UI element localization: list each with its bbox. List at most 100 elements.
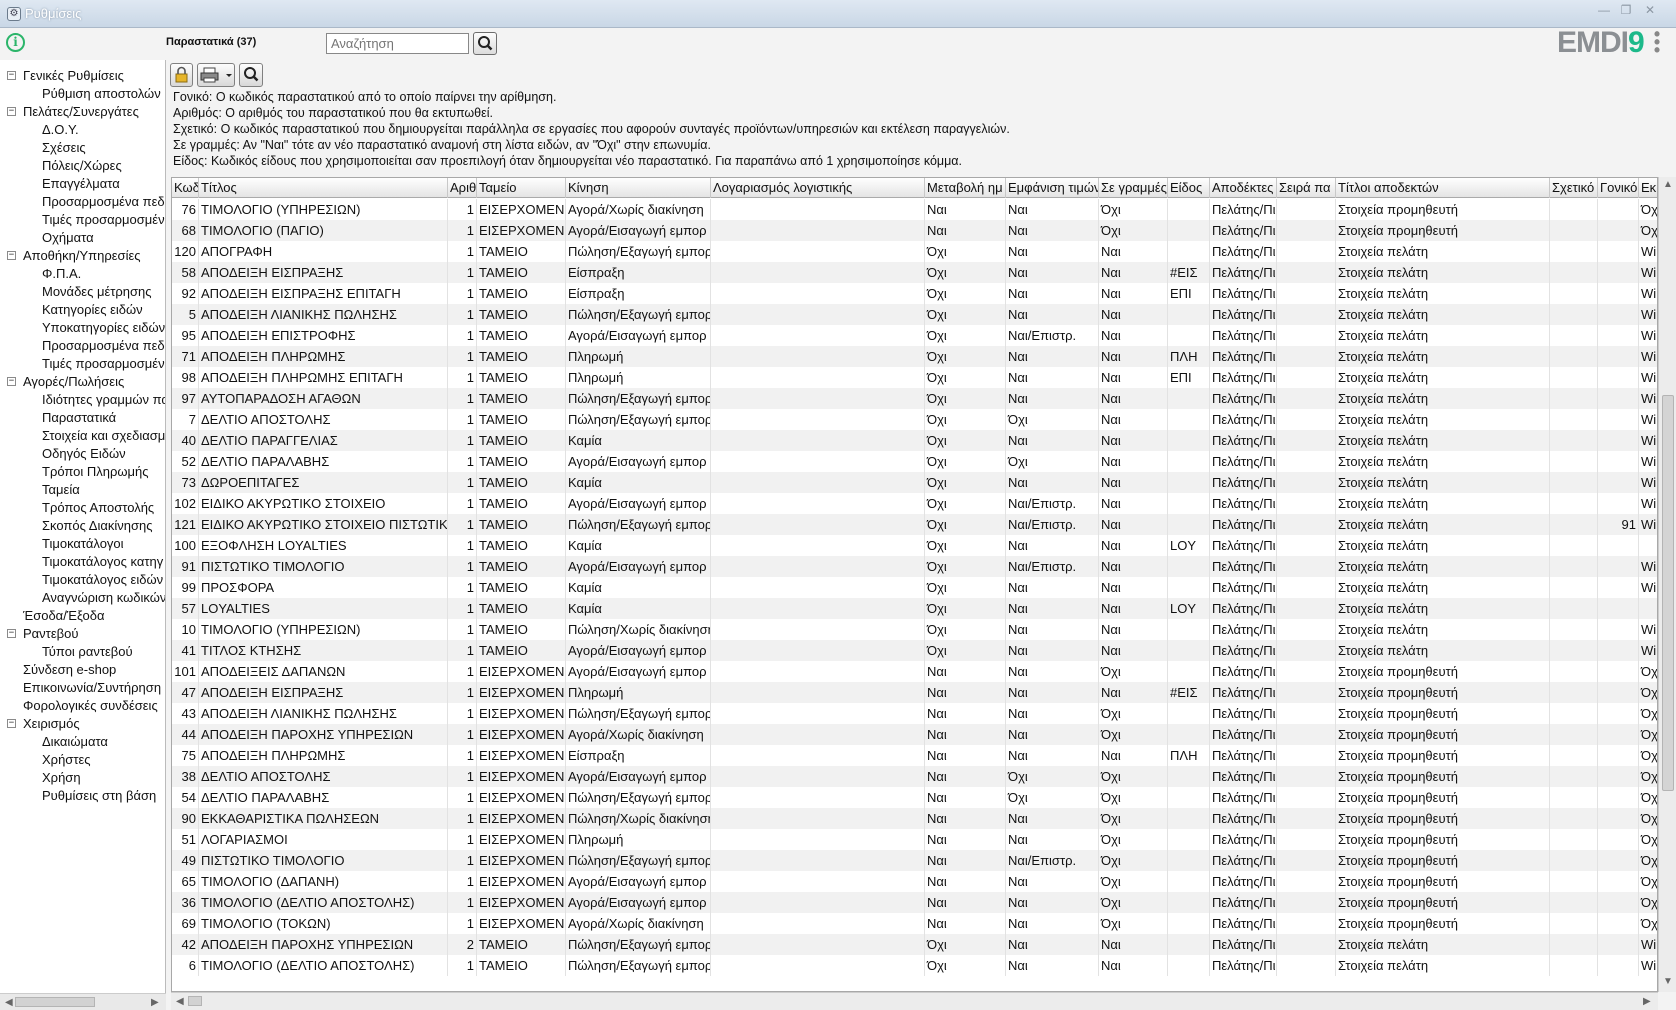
tree-item[interactable]: Κατηγορίες ειδών xyxy=(42,301,143,318)
tree-item[interactable]: Ραντεβού xyxy=(23,625,78,642)
table-row[interactable]: 68 ΤΙΜΟΛΟΓΙΟ (ΠΑΓΙΟ) 1 ΕΙΣΕΡΧΟΜΕΝ. Αγορά/Εισ… xyxy=(172,220,1657,241)
column-header[interactable]: Κωδ xyxy=(172,178,199,198)
table-row[interactable]: 54 ΔΕΛΤΙΟ ΠΑΡΑΛΑΒΗΣ 1 ΕΙΣΕΡΧΟΜΕΝ. Πώληση/Εξα… xyxy=(172,787,1657,808)
column-header[interactable]: Εμφάνιση τιμών xyxy=(1006,178,1099,198)
tree-item[interactable]: Τρόπος Αποστολής xyxy=(42,499,154,516)
tree-item[interactable]: Οχήματα xyxy=(42,229,94,246)
table-row[interactable]: 99 ΠΡΟΣΦΟΡΑ 1 ΤΑΜΕΙΟ Καμία Όχι Ναι Ναι Πελάτης/Π… xyxy=(172,577,1657,598)
table-row[interactable]: 42 ΑΠΟΔΕΙΞΗ ΠΑΡΟΧΗΣ ΥΠΗΡΕΣΙΩΝ 2 ΤΑΜΕΙΟ Πώλησ… xyxy=(172,934,1657,955)
table-row[interactable]: 41 ΤΙΤΛΟΣ ΚΤΗΣΗΣ 1 ΤΑΜΕΙΟ Αγορά/Εισαγωγή εμπ… xyxy=(172,640,1657,661)
tree-item[interactable]: Φ.Π.Α. xyxy=(42,265,81,282)
lock-button[interactable] xyxy=(170,63,193,87)
tree-item[interactable]: Παραστατικά xyxy=(42,409,116,426)
tree-item[interactable]: Προσαρμοσμένα πεδί xyxy=(42,337,165,354)
table-row[interactable]: 90 ΕΚΚΑΘΑΡΙΣΤΙΚΑ ΠΩΛΗΣΕΩΝ 1 ΕΙΣΕΡΧΟΜΕΝ. Πώλη… xyxy=(172,808,1657,829)
table-row[interactable]: 71 ΑΠΟΔΕΙΞΗ ΠΛΗΡΩΜΗΣ 1 ΤΑΜΕΙΟ Πληρωμή Όχι Ναι Ν… xyxy=(172,346,1657,367)
tree-item[interactable]: Χρήση xyxy=(42,769,81,786)
tree-item[interactable]: Γενικές Ρυθμίσεις xyxy=(23,67,124,84)
tree-item[interactable]: Τιμοκατάλογοι xyxy=(42,535,124,552)
table-row[interactable]: 120 ΑΠΟΓΡΑΦΗ 1 ΤΑΜΕΙΟ Πώληση/Εξαγωγή εμπορ Όχ… xyxy=(172,241,1657,262)
column-header[interactable]: Σε γραμμές xyxy=(1099,178,1168,198)
table-row[interactable]: 102 ΕΙΔΙΚΟ ΑΚΥΡΩΤΙΚΟ ΣΤΟΙΧΕΙΟ 1 ΤΑΜΕΙΟ Αγορά… xyxy=(172,493,1657,514)
table-row[interactable]: 36 ΤΙΜΟΛΟΓΙΟ (ΔΕΛΤΙΟ ΑΠΟΣΤΟΛΗΣ) 1 ΕΙΣΕΡΧΟΜΕ… xyxy=(172,892,1657,913)
tree-item[interactable]: Ιδιότητες γραμμών πα xyxy=(42,391,165,408)
tree-item[interactable]: Τιμοκατάλογος ειδών xyxy=(42,571,163,588)
table-row[interactable]: 40 ΔΕΛΤΙΟ ΠΑΡΑΓΓΕΛΙΑΣ 1 ΤΑΜΕΙΟ Καμία Όχι Ναι Να… xyxy=(172,430,1657,451)
table-row[interactable]: 10 ΤΙΜΟΛΟΓΙΟ (ΥΠΗΡΕΣΙΩΝ) 1 ΤΑΜΕΙΟ Πώληση/Χωρ… xyxy=(172,619,1657,640)
scrollbar-thumb[interactable] xyxy=(1662,395,1674,791)
column-header[interactable]: Είδος xyxy=(1168,178,1210,198)
tree-item[interactable]: Αναγνώριση κωδικών xyxy=(42,589,165,606)
column-header[interactable]: Ταμείο xyxy=(477,178,566,198)
column-header[interactable]: Σειρά πα xyxy=(1277,178,1336,198)
tree-item[interactable]: Υποκατηγορίες ειδών xyxy=(42,319,165,336)
table-row[interactable]: 98 ΑΠΟΔΕΙΞΗ ΠΛΗΡΩΜΗΣ ΕΠΙΤΑΓΗ 1 ΤΑΜΕΙΟ Πληρωμ… xyxy=(172,367,1657,388)
tree-item[interactable]: Έσοδα/Έξοδα xyxy=(23,607,104,624)
table-row[interactable]: 101 ΑΠΟΔΕΙΞΕΙΣ ΔΑΠΑΝΩΝ 1 ΕΙΣΕΡΧΟΜΕΝ. Αγορά/Ε… xyxy=(172,661,1657,682)
table-row[interactable]: 95 ΑΠΟΔΕΙΞΗ ΕΠΙΣΤΡΟΦΗΣ 1 ΤΑΜΕΙΟ Αγορά/Εισαγω… xyxy=(172,325,1657,346)
info-icon[interactable]: i xyxy=(6,33,25,52)
table-row[interactable]: 121 ΕΙΔΙΚΟ ΑΚΥΡΩΤΙΚΟ ΣΤΟΙΧΕΙΟ ΠΙΣΤΩΤΙΚ 1 ΤΑ… xyxy=(172,514,1657,535)
table-row[interactable]: 75 ΑΠΟΔΕΙΞΗ ΠΛΗΡΩΜΗΣ 1 ΕΙΣΕΡΧΟΜΕΝ. Είσπραξη Ν… xyxy=(172,745,1657,766)
table-row[interactable]: 73 ΔΩΡΟΕΠΙΤΑΓΕΣ 1 ΤΑΜΕΙΟ Καμία Όχι Ναι Ναι Πελάτ… xyxy=(172,472,1657,493)
tree-item[interactable]: Φορολογικές συνδέσεις xyxy=(23,697,158,714)
table-row[interactable]: 58 ΑΠΟΔΕΙΞΗ ΕΙΣΠΡΑΞΗΣ 1 ΤΑΜΕΙΟ Είσπραξη Όχι Να… xyxy=(172,262,1657,283)
tree-collapse-toggle[interactable]: − xyxy=(7,71,16,80)
tree-item[interactable]: Αποθήκη/Υπηρεσίες xyxy=(23,247,141,264)
table-row[interactable]: 7 ΔΕΛΤΙΟ ΑΠΟΣΤΟΛΗΣ 1 ΤΑΜΕΙΟ Πώληση/Εξαγωγή ε… xyxy=(172,409,1657,430)
table-row[interactable]: 44 ΑΠΟΔΕΙΞΗ ΠΑΡΟΧΗΣ ΥΠΗΡΕΣΙΩΝ 1 ΕΙΣΕΡΧΟΜΕΝ.… xyxy=(172,724,1657,745)
table-row[interactable]: 69 ΤΙΜΟΛΟΓΙΟ (ΤΟΚΩΝ) 1 ΕΙΣΕΡΧΟΜΕΝ. Αγορά/Χωρ… xyxy=(172,913,1657,934)
table-row[interactable]: 38 ΔΕΛΤΙΟ ΑΠΟΣΤΟΛΗΣ 1 ΕΙΣΕΡΧΟΜΕΝ. Αγορά/Εισα… xyxy=(172,766,1657,787)
tree-item[interactable]: Ρυθμίσεις στη βάση xyxy=(42,787,156,804)
table-horizontal-scrollbar[interactable]: ◀ ▶ xyxy=(171,992,1658,1010)
table-row[interactable]: 76 ΤΙΜΟΛΟΓΙΟ (ΥΠΗΡΕΣΙΩΝ) 1 ΕΙΣΕΡΧΟΜΕΝ. Αγορά… xyxy=(172,199,1657,220)
search-input[interactable] xyxy=(326,33,469,54)
column-header[interactable]: Αποδέκτες xyxy=(1210,178,1277,198)
more-menu-icon[interactable]: • • • xyxy=(1653,25,1661,59)
tree-item[interactable]: Χρήστες xyxy=(42,751,91,768)
table-row[interactable]: 91 ΠΙΣΤΩΤΙΚΟ ΤΙΜΟΛΟΓΙΟ 1 ΤΑΜΕΙΟ Αγορά/Εισαγω… xyxy=(172,556,1657,577)
preview-button[interactable] xyxy=(239,63,263,87)
tree-item[interactable]: Τρόποι Πληρωμής xyxy=(42,463,149,480)
close-icon[interactable]: ✕ xyxy=(1640,3,1660,19)
tree-item[interactable]: Οδηγός Ειδών xyxy=(42,445,126,462)
tree-item[interactable]: Δ.Ο.Υ. xyxy=(42,121,79,138)
tree-item[interactable]: Μονάδες μέτρησης xyxy=(42,283,152,300)
tree-item[interactable]: Ρύθμιση αποστολών xyxy=(42,85,161,102)
column-header[interactable]: Σχετικό xyxy=(1550,178,1598,198)
sidebar-horizontal-scrollbar[interactable]: ◀ ▶ xyxy=(0,993,166,1010)
tree-item[interactable]: Τιμές προσαρμοσμένι xyxy=(42,355,165,372)
tree-item[interactable]: Τιμές προσαρμοσμένω xyxy=(42,211,165,228)
column-header[interactable]: Τίτλος xyxy=(199,178,448,198)
tree-item[interactable]: Πόλεις/Χώρες xyxy=(42,157,122,174)
column-header[interactable]: Λογαριασμός λογιστικής xyxy=(711,178,925,198)
maximize-icon[interactable]: ❐ xyxy=(1616,3,1636,19)
tree-item[interactable]: Επικοινωνία/Συντήρηση xyxy=(23,679,161,696)
tree-item[interactable]: Τιμοκατάλογος κατηγ xyxy=(42,553,163,570)
table-row[interactable]: 97 ΑΥΤΟΠΑΡΑΔΟΣΗ ΑΓΑΘΩΝ 1 ΤΑΜΕΙΟ Πώληση/Εξαγω… xyxy=(172,388,1657,409)
table-row[interactable]: 92 ΑΠΟΔΕΙΞΗ ΕΙΣΠΡΑΞΗΣ ΕΠΙΤΑΓΗ 1 ΤΑΜΕΙΟ Είσπρ… xyxy=(172,283,1657,304)
table-row[interactable]: 52 ΔΕΛΤΙΟ ΠΑΡΑΛΑΒΗΣ 1 ΤΑΜΕΙΟ Αγορά/Εισαγωγή … xyxy=(172,451,1657,472)
tree-item[interactable]: Πελάτες/Συνεργάτες xyxy=(23,103,139,120)
table-row[interactable]: 100 ΕΞΟΦΛΗΣΗ LOYALTIES 1 ΤΑΜΕΙΟ Καμία Όχι Ναι Ν… xyxy=(172,535,1657,556)
column-header[interactable]: Μεταβολή ημ xyxy=(925,178,1006,198)
tree-item[interactable]: Προσαρμοσμένα πεδί xyxy=(42,193,165,210)
tree-item[interactable]: Επαγγέλματα xyxy=(42,175,120,192)
table-row[interactable]: 51 ΛΟΓΑΡΙΑΣΜΟΙ 1 ΕΙΣΕΡΧΟΜΕΝ. Πληρωμή Ναι Ναι Όχ… xyxy=(172,829,1657,850)
tree-item[interactable]: Στοιχεία και σχεδιασμ xyxy=(42,427,165,444)
tree-collapse-toggle[interactable]: − xyxy=(7,107,16,116)
tree-collapse-toggle[interactable]: − xyxy=(7,629,16,638)
table-row[interactable]: 43 ΑΠΟΔΕΙΞΗ ΛΙΑΝΙΚΗΣ ΠΩΛΗΣΗΣ 1 ΕΙΣΕΡΧΟΜΕΝ. Π… xyxy=(172,703,1657,724)
column-header[interactable]: Αριθ xyxy=(448,178,477,198)
table-row[interactable]: 5 ΑΠΟΔΕΙΞΗ ΛΙΑΝΙΚΗΣ ΠΩΛΗΣΗΣ 1 ΤΑΜΕΙΟ Πώληση/… xyxy=(172,304,1657,325)
column-header[interactable]: Κίνηση xyxy=(566,178,711,198)
tree-item[interactable]: Αγορές/Πωλήσεις xyxy=(23,373,124,390)
tree-item[interactable]: Σκοπός Διακίνησης xyxy=(42,517,153,534)
column-header[interactable]: Εκ xyxy=(1639,178,1657,198)
table-vertical-scrollbar[interactable]: ▲ ▼ xyxy=(1658,177,1676,992)
tree-item[interactable]: Δικαιώματα xyxy=(42,733,108,750)
tree-item[interactable]: Ταμεία xyxy=(42,481,80,498)
table-row[interactable]: 65 ΤΙΜΟΛΟΓΙΟ (ΔΑΠΑΝΗ) 1 ΕΙΣΕΡΧΟΜΕΝ. Αγορά/Ει… xyxy=(172,871,1657,892)
column-header[interactable]: Γονικό xyxy=(1598,178,1639,198)
table-row[interactable]: 6 ΤΙΜΟΛΟΓΙΟ (ΔΕΛΤΙΟ ΑΠΟΣΤΟΛΗΣ) 1 ΤΑΜΕΙΟ Πώλη… xyxy=(172,955,1657,976)
